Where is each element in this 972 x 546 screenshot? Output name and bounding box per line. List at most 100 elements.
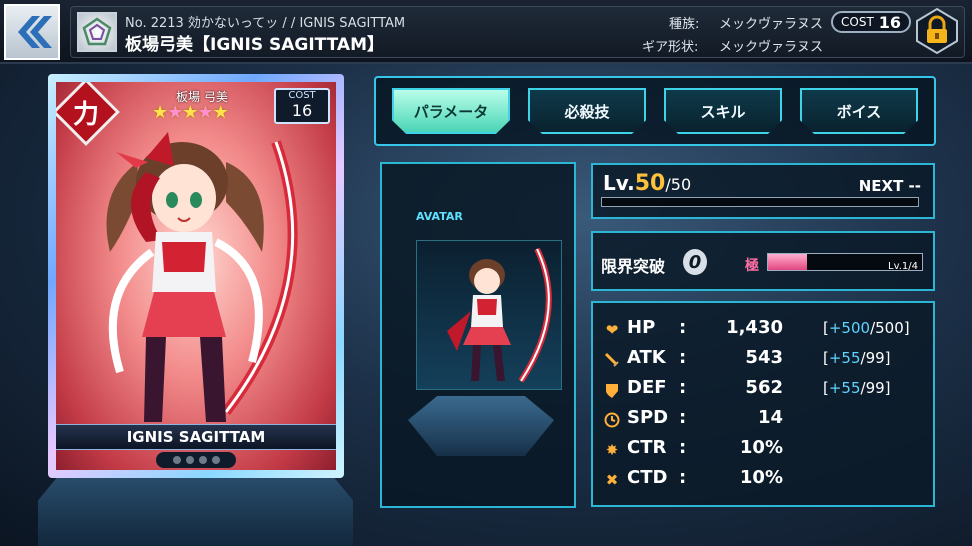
character-info-header: No. 2213 効かないってッ / / IGNIS SAGITTAM 板場弓美… (70, 6, 965, 58)
clock-icon (603, 411, 621, 429)
stat-colon: : (679, 377, 687, 398)
star-icon: ★ (167, 102, 183, 123)
bonus-plus: +55 (828, 379, 861, 397)
star-icon: ★ (197, 102, 213, 123)
sword-icon (603, 351, 621, 369)
avatar-stage (416, 240, 562, 390)
rarity-stars: ★★★★★ (152, 102, 229, 123)
level-prefix: Lv. (603, 171, 635, 195)
limit-break-panel: 限界突破 0 極 Lv.1/4 (591, 231, 935, 291)
pentagon-emblem-icon (77, 12, 117, 52)
stat-value: 14 (757, 407, 783, 428)
stat-row-ctd: ✖ CTD : 10% (603, 467, 923, 493)
stat-value: 10% (739, 437, 783, 458)
kiwami-progress-fill (768, 254, 807, 270)
card-name-en: IGNIS SAGITTAM (126, 428, 266, 446)
heart-icon: ❤ (605, 321, 619, 339)
tab-skill[interactable]: スキル (664, 88, 782, 134)
kiwami-label: 極 (745, 258, 759, 274)
bonus-max: /500] (870, 319, 910, 337)
card-pedestal (38, 470, 353, 546)
page-dot (198, 456, 207, 464)
stat-name: CTR (627, 437, 667, 458)
stat-name: SPD (627, 407, 669, 428)
stat-colon: : (679, 467, 687, 488)
back-button[interactable] (4, 4, 60, 60)
stat-row-ctr: ✸ CTR : 10% (603, 437, 923, 463)
tab-special-move[interactable]: 必殺技 (528, 88, 646, 134)
double-chevron-left-icon (18, 16, 52, 48)
gear-value: メックヴァラヌス (719, 40, 824, 55)
burst-icon: ✸ (605, 441, 619, 459)
bonus-plus: +500 (828, 319, 871, 337)
avatar-label: AVATAR (416, 210, 463, 223)
stat-name: CTD (627, 467, 668, 488)
type-label: 種族: (669, 17, 700, 32)
limit-break-label: 限界突破 (601, 257, 666, 276)
cross-icon: ✖ (605, 471, 619, 489)
stat-colon: : (679, 407, 687, 428)
cost-label: COST (841, 15, 874, 29)
bonus-max: /99] (860, 379, 891, 397)
shield-icon (603, 381, 621, 399)
star-icon: ★ (212, 102, 229, 123)
stat-row-spd: SPD : 14 (603, 407, 923, 433)
card-title: 板場弓美【IGNIS SAGITTAM】 (125, 35, 385, 55)
stat-bonus: [+55/99] (823, 379, 891, 397)
stat-value: 1,430 (726, 317, 783, 338)
cost-value: 16 (878, 12, 901, 32)
stat-name: ATK (627, 347, 666, 368)
next-exp: NEXT -- (858, 177, 921, 195)
page-dot (211, 456, 220, 464)
card-cost-badge: COST 16 (274, 88, 330, 124)
stat-name: DEF (627, 377, 667, 398)
stat-bonus: [+55/99] (823, 349, 891, 367)
exp-bar (601, 197, 919, 207)
card-cost-value: 16 (291, 101, 313, 120)
level-current: 50 (634, 171, 666, 196)
padlock-icon (916, 7, 958, 55)
character-illustration (106, 132, 298, 422)
kiwami-progress-bar: Lv.1/4 (767, 253, 923, 272)
stat-value: 10% (739, 467, 783, 488)
kiwami-level: Lv.1/4 (888, 261, 918, 272)
stat-colon: : (679, 347, 687, 368)
stat-bonus: [+500/500] (823, 319, 910, 337)
stats-panel: ❤ HP : 1,430 [+500/500] ATK : 543 [+55/9… (591, 301, 935, 507)
character-card[interactable]: 力 板場 弓美 ★★★★★ COST 16 IGNIS SAGITTAM (48, 74, 344, 478)
stat-value: 543 (745, 347, 783, 368)
stat-value: 562 (745, 377, 783, 398)
stat-colon: : (679, 317, 687, 338)
stat-name: HP (627, 317, 656, 338)
card-art-frame: 力 板場 弓美 ★★★★★ COST 16 IGNIS SAGITTAM (56, 82, 336, 470)
tab-parameters[interactable]: パラメータ (392, 88, 510, 134)
level-max: /50 (665, 175, 692, 194)
stat-row-def: DEF : 562 [+55/99] (603, 377, 923, 403)
type-value: メックヴァラヌス (719, 17, 824, 32)
limit-break-count: 0 (683, 249, 707, 275)
gear-label: ギア形状: (642, 40, 699, 55)
tab-bar: パラメータ 必殺技 スキル ボイス (374, 76, 936, 146)
stat-row-hp: ❤ HP : 1,430 [+500/500] (603, 317, 923, 343)
bonus-max: /99] (860, 349, 891, 367)
page-dot (185, 456, 194, 464)
card-number-subtitle: No. 2213 効かないってッ / / IGNIS SAGITTAM (125, 16, 406, 31)
level-display: Lv.50/50 (603, 171, 691, 196)
star-icon: ★ (152, 102, 168, 123)
page-dot (172, 456, 181, 464)
card-name-banner: IGNIS SAGITTAM (56, 424, 336, 450)
page-indicator (156, 452, 236, 468)
bonus-plus: +55 (828, 349, 861, 367)
avatar-pedestal (408, 396, 554, 456)
top-bar: No. 2213 効かないってッ / / IGNIS SAGITTAM 板場弓美… (0, 0, 972, 64)
avatar-chibi-figure (447, 247, 552, 383)
level-panel: Lv.50/50 NEXT -- (591, 163, 935, 219)
tab-voice[interactable]: ボイス (800, 88, 918, 134)
star-icon: ★ (182, 102, 198, 123)
cost-badge: COST 16 (831, 11, 911, 33)
stat-row-atk: ATK : 543 [+55/99] (603, 347, 923, 373)
attribute-badge: 力 (72, 99, 99, 130)
stat-colon: : (679, 437, 687, 458)
avatar-panel: AVATAR (380, 162, 576, 508)
lock-button[interactable] (912, 6, 962, 56)
